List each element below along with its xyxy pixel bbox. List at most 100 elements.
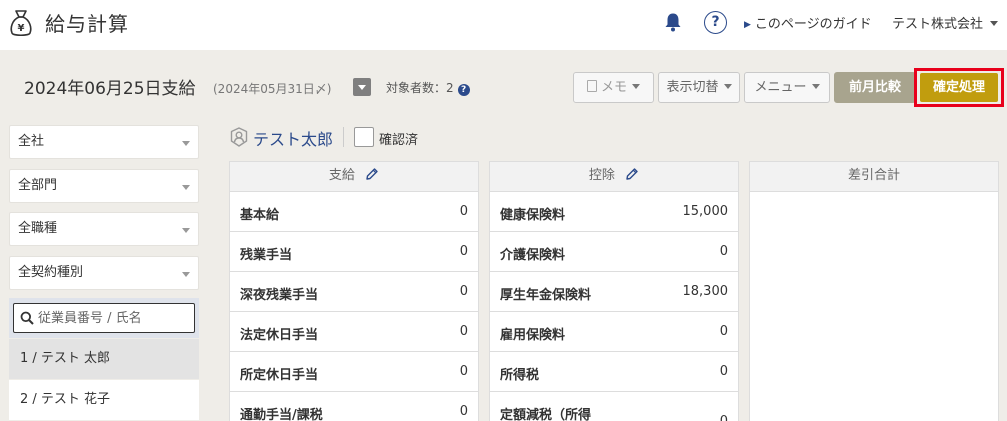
row-value: 0 bbox=[459, 244, 468, 259]
deductions-header: 控除 bbox=[490, 162, 738, 192]
question-icon[interactable]: ? bbox=[457, 84, 470, 96]
caret-down-icon bbox=[990, 21, 999, 26]
department-filter-label: 全部門 bbox=[18, 178, 58, 193]
caret-down-icon bbox=[723, 84, 732, 89]
confirmed-label: 確認済 bbox=[379, 133, 419, 148]
row-value: 0 bbox=[459, 284, 468, 299]
row-label: 介護保険料 bbox=[500, 248, 566, 263]
bell-icon[interactable] bbox=[664, 12, 682, 32]
net-total-title: 差引合計 bbox=[847, 168, 900, 183]
search-input[interactable] bbox=[38, 307, 188, 329]
row-value: 15,000 bbox=[682, 204, 729, 219]
confirmed-checkbox[interactable] bbox=[354, 127, 374, 147]
table-row[interactable]: 雇用保険料 0 bbox=[490, 312, 738, 352]
company-filter[interactable]: 全社 bbox=[9, 125, 199, 159]
memo-button[interactable]: メモ bbox=[573, 72, 654, 103]
row-label: 所定休日手当 bbox=[240, 368, 319, 383]
deductions-title: 控除 bbox=[588, 168, 615, 183]
payments-title: 支給 bbox=[328, 168, 355, 183]
row-value: 0 bbox=[459, 404, 468, 419]
table-row[interactable]: 所得税 0 bbox=[490, 352, 738, 392]
pay-date-dropdown[interactable] bbox=[353, 78, 371, 96]
department-filter[interactable]: 全部門 bbox=[9, 169, 199, 203]
caret-down-icon bbox=[811, 84, 820, 89]
row-label: 深夜残業手当 bbox=[240, 288, 319, 303]
job-type-filter[interactable]: 全職種 bbox=[9, 212, 199, 246]
company-name: テスト株式会社 bbox=[892, 17, 984, 32]
row-label: 定額減税（所得 bbox=[500, 408, 592, 421]
search-area bbox=[9, 298, 199, 338]
contract-filter-label: 全契約種別 bbox=[18, 265, 84, 280]
caret-down-icon bbox=[182, 228, 190, 233]
payments-table: 支給 基本給 0 残業手当 0 深夜残業手当 0 法定休日手当 0 所定休日手当 0 通勤… bbox=[229, 161, 479, 421]
table-row[interactable]: 残業手当 0 bbox=[230, 232, 478, 272]
caret-down-icon bbox=[182, 141, 190, 146]
table-row[interactable]: 深夜残業手当 0 bbox=[230, 272, 478, 312]
table-row[interactable]: 健康保険料 15,000 bbox=[490, 192, 738, 232]
top-bar: ¥ 給与計算 ? ▶ このページのガイド テスト株式会社 bbox=[0, 0, 1007, 50]
memo-label: メモ bbox=[600, 80, 627, 95]
table-row[interactable]: 所定休日手当 0 bbox=[230, 352, 478, 392]
memo-doc-icon bbox=[586, 80, 597, 92]
view-switch-button[interactable]: 表示切替 bbox=[658, 72, 740, 103]
row-label: 所得税 bbox=[500, 368, 540, 383]
page-guide-link[interactable]: ▶ このページのガイド bbox=[744, 13, 872, 32]
row-value: 0 bbox=[720, 414, 728, 421]
caret-down-icon bbox=[632, 84, 640, 89]
row-label: 基本給 bbox=[240, 208, 280, 223]
divider bbox=[343, 127, 344, 147]
person-icon bbox=[230, 127, 248, 147]
caret-right-icon: ▶ bbox=[744, 20, 751, 30]
row-value: 0 bbox=[459, 364, 468, 379]
payments-header: 支給 bbox=[230, 162, 478, 192]
caret-down-icon bbox=[182, 272, 190, 277]
employee-name[interactable]: テスト太郎 bbox=[253, 126, 333, 150]
help-icon[interactable]: ? bbox=[704, 11, 727, 34]
page-guide-label: このページのガイド bbox=[754, 17, 872, 32]
pencil-icon[interactable] bbox=[625, 167, 639, 181]
app-title: 給与計算 bbox=[45, 12, 129, 36]
table-row[interactable]: 法定休日手当 0 bbox=[230, 312, 478, 352]
search-field[interactable] bbox=[13, 303, 195, 333]
table-row[interactable]: 介護保険料 0 bbox=[490, 232, 738, 272]
deductions-table: 控除 健康保険料 15,000 介護保険料 0 厚生年金保険料 18,300 雇用保険… bbox=[489, 161, 739, 421]
confirm-highlight: 確定処理 bbox=[914, 68, 1004, 107]
row-label: 雇用保険料 bbox=[500, 328, 566, 343]
employee-item[interactable]: 1 / テスト 太郎 bbox=[9, 339, 199, 379]
row-value: 0 bbox=[719, 364, 728, 379]
row-label: 厚生年金保険料 bbox=[500, 288, 592, 303]
target-count: 対象者数：2? bbox=[386, 79, 470, 96]
pay-date-title: 2024年06月25日支給 bbox=[24, 79, 196, 99]
svg-text:¥: ¥ bbox=[18, 23, 25, 34]
employee-item[interactable]: 2 / テスト 花子 bbox=[9, 380, 199, 420]
row-value: 0 bbox=[459, 204, 468, 219]
row-value: 18,300 bbox=[682, 284, 729, 299]
target-count-label: 対象者数：2 bbox=[386, 81, 454, 95]
caret-down-icon bbox=[182, 185, 190, 190]
search-icon bbox=[20, 311, 34, 325]
menu-label: メニュー bbox=[754, 80, 807, 95]
confirm-button[interactable]: 確定処理 bbox=[920, 73, 998, 102]
row-label: 法定休日手当 bbox=[240, 328, 319, 343]
closing-date: (2024年05月31日〆) bbox=[213, 82, 332, 96]
table-row[interactable]: 厚生年金保険料 18,300 bbox=[490, 272, 738, 312]
row-value: 0 bbox=[719, 324, 728, 339]
row-value: 0 bbox=[719, 244, 728, 259]
contract-filter[interactable]: 全契約種別 bbox=[9, 256, 199, 290]
prev-month-compare-button[interactable]: 前月比較 bbox=[834, 72, 916, 103]
table-row[interactable]: 定額減税（所得 0 bbox=[490, 392, 738, 421]
row-label: 健康保険料 bbox=[500, 208, 566, 223]
row-value: 0 bbox=[459, 324, 468, 339]
company-menu[interactable]: テスト株式会社 bbox=[892, 13, 999, 32]
table-row[interactable]: 通勤手当/課税 0 bbox=[230, 392, 478, 421]
menu-button[interactable]: メニュー bbox=[744, 72, 830, 103]
row-label: 通勤手当/課税 bbox=[240, 408, 323, 421]
pencil-icon[interactable] bbox=[365, 167, 379, 181]
net-total-table: 差引合計 bbox=[749, 161, 999, 421]
company-filter-label: 全社 bbox=[18, 134, 45, 149]
job-type-filter-label: 全職種 bbox=[18, 221, 58, 236]
table-row[interactable]: 基本給 0 bbox=[230, 192, 478, 232]
view-switch-label: 表示切替 bbox=[666, 80, 719, 95]
net-total-header: 差引合計 bbox=[750, 162, 998, 192]
money-bag-icon: ¥ bbox=[10, 10, 32, 37]
